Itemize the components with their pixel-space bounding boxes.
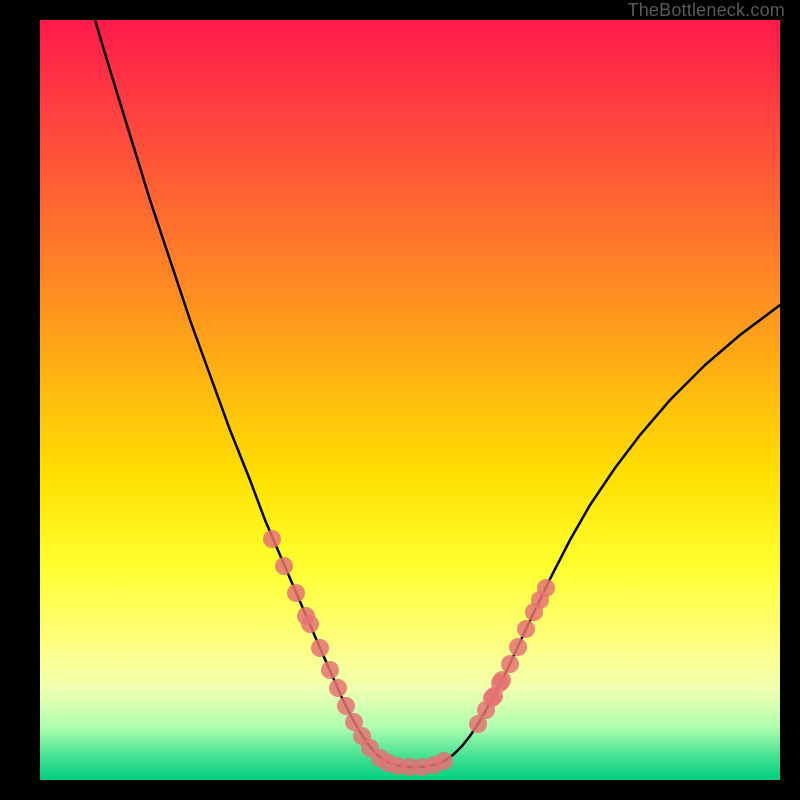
- bottleneck-curve: [95, 20, 780, 767]
- data-point: [321, 661, 339, 679]
- data-point: [337, 697, 355, 715]
- data-points: [263, 530, 555, 776]
- data-point: [329, 679, 347, 697]
- chart-container: TheBottleneck.com: [0, 0, 800, 800]
- data-point: [483, 689, 501, 707]
- data-point: [301, 615, 319, 633]
- data-point: [537, 579, 555, 597]
- data-point: [501, 655, 519, 673]
- data-point: [435, 752, 453, 770]
- data-point: [287, 584, 305, 602]
- data-point: [517, 620, 535, 638]
- data-point: [275, 557, 293, 575]
- curve-svg: [40, 20, 780, 780]
- watermark-text: TheBottleneck.com: [628, 0, 785, 21]
- data-point: [263, 530, 281, 548]
- data-point: [509, 638, 527, 656]
- plot-area: [40, 20, 780, 780]
- data-point: [311, 639, 329, 657]
